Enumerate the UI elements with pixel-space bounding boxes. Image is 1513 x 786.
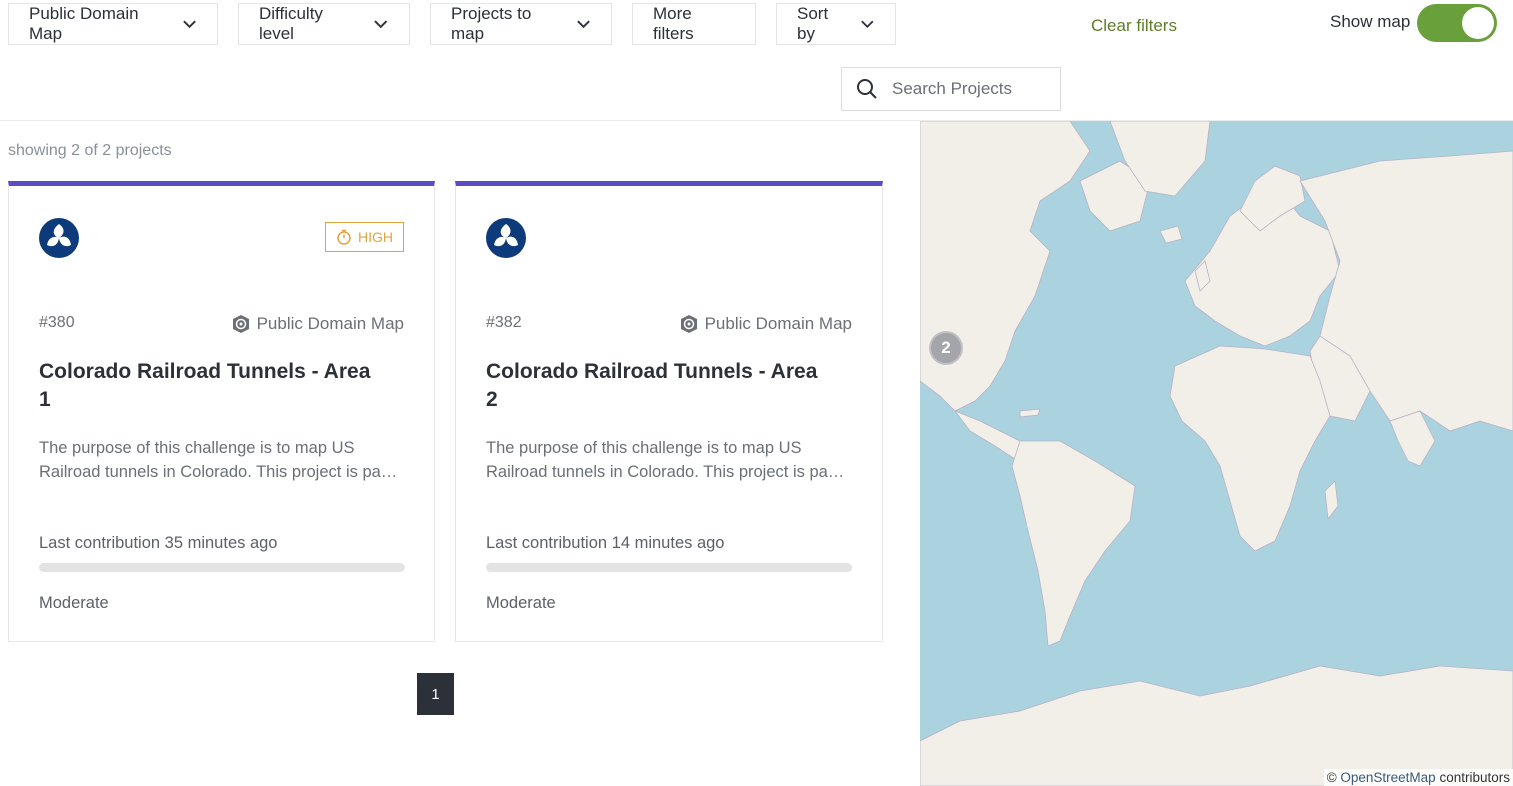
search-box	[841, 67, 1061, 111]
map-cluster-marker[interactable]: 2	[929, 331, 963, 365]
map-attribution: © OpenStreetMap contributors	[1323, 769, 1513, 786]
project-id: #380	[39, 314, 75, 331]
project-id: #382	[486, 314, 522, 331]
project-description: The purpose of this challenge is to map …	[486, 439, 845, 481]
attribution-prefix: ©	[1326, 770, 1341, 785]
organisation-name: Public Domain Map	[231, 314, 404, 334]
projects-to-map-label: Projects to map	[451, 4, 532, 43]
map-tiles	[920, 121, 1513, 786]
difficulty-filter-label: Difficulty level	[259, 4, 323, 43]
show-map-label: Show map	[1330, 12, 1411, 31]
project-description: The purpose of this challenge is to map …	[39, 439, 398, 481]
progress-bar	[486, 563, 852, 572]
results-count: showing 2 of 2 projects	[8, 142, 172, 159]
attribution-suffix: contributors	[1435, 770, 1510, 785]
clear-filters-link[interactable]: Clear filters	[1091, 16, 1177, 36]
openstreetmap-link[interactable]: OpenStreetMap	[1340, 770, 1435, 785]
project-title[interactable]: Colorado Railroad Tunnels - Area 1	[39, 358, 379, 414]
chevron-down-icon	[374, 20, 388, 29]
organisation-name: Public Domain Map	[679, 314, 852, 334]
priority-badge: HIGH	[325, 222, 404, 252]
world-map[interactable]: © OpenStreetMap contributors	[920, 121, 1513, 786]
last-contribution: Last contribution 14 minutes ago	[486, 534, 725, 552]
organisation-icon	[232, 315, 249, 333]
progress-bar	[39, 563, 405, 572]
stopwatch-icon	[337, 229, 351, 245]
difficulty-label: Moderate	[486, 594, 556, 612]
search-input[interactable]	[890, 78, 1054, 100]
sort-by-dropdown[interactable]: Sort by	[776, 3, 896, 45]
pagination-page-button[interactable]: 1	[417, 673, 454, 715]
projects-to-map-dropdown[interactable]: Projects to map	[430, 3, 612, 45]
more-filters-button[interactable]: More filters	[632, 3, 756, 45]
search-icon	[857, 79, 877, 99]
organisation-icon	[680, 315, 697, 333]
project-card[interactable]: HIGH #380 Public Domain Map Colorado Rai…	[8, 181, 435, 642]
sort-by-label: Sort by	[797, 4, 829, 43]
organisation-label: Public Domain Map	[704, 314, 852, 333]
show-map-toggle[interactable]	[1417, 4, 1497, 42]
chevron-down-icon	[577, 20, 590, 29]
organisation-filter-dropdown[interactable]: Public Domain Map	[8, 3, 218, 45]
organisation-logo-icon	[486, 218, 526, 258]
chevron-down-icon	[861, 20, 874, 29]
chevron-down-icon	[183, 20, 196, 29]
difficulty-label: Moderate	[39, 594, 109, 612]
organisation-logo-icon	[39, 218, 79, 258]
toggle-knob	[1462, 7, 1494, 39]
organisation-filter-label: Public Domain Map	[29, 4, 139, 43]
organisation-label: Public Domain Map	[256, 314, 404, 333]
project-title[interactable]: Colorado Railroad Tunnels - Area 2	[486, 358, 826, 414]
difficulty-filter-dropdown[interactable]: Difficulty level	[238, 3, 410, 45]
more-filters-label: More filters	[653, 4, 694, 43]
last-contribution: Last contribution 35 minutes ago	[39, 534, 278, 552]
project-card[interactable]: #382 Public Domain Map Colorado Railroad…	[455, 181, 883, 642]
priority-label: HIGH	[358, 229, 393, 245]
